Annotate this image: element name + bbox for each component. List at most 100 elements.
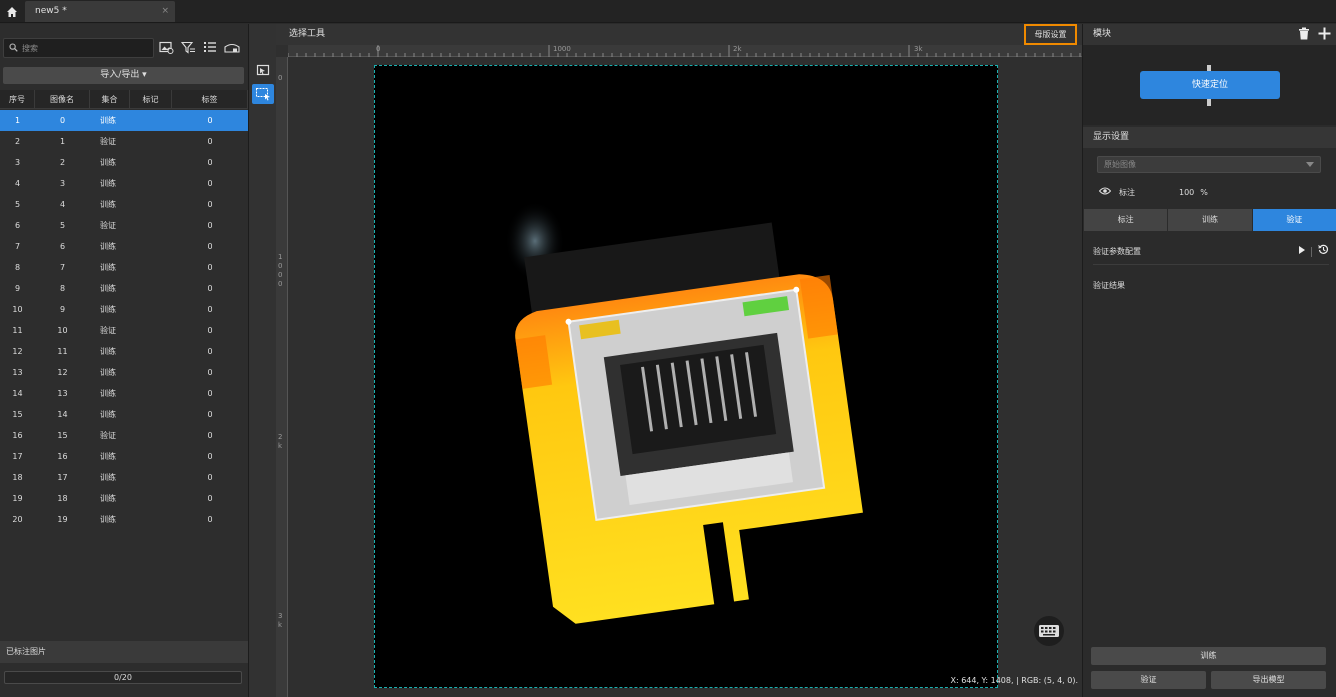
image-list-panel: 导入/导出 ▾ 序号 图像名 集合 标记 标签 10训练021验证032训练04…	[0, 24, 248, 697]
cell-tag: 0	[207, 326, 213, 335]
module-flow: 快速定位	[1083, 45, 1336, 125]
cell-tag: 0	[207, 494, 213, 503]
table-row[interactable]: 18 17 训练 0	[0, 467, 248, 488]
col-header-index[interactable]: 序号	[0, 90, 35, 109]
table-row[interactable]: 10 9 训练 0	[0, 299, 248, 320]
col-header-mark[interactable]: 标记	[130, 90, 172, 109]
chevron-down-icon	[1306, 162, 1314, 167]
play-icon[interactable]	[1299, 244, 1305, 260]
cell-mark	[130, 152, 172, 173]
labeled-images-header: 已标注图片	[0, 641, 248, 663]
table-row[interactable]: 16 15 验证 0	[0, 425, 248, 446]
cell-index: 4	[14, 179, 21, 188]
tab-label[interactable]: 标注	[1084, 209, 1168, 231]
cell-image-name: 7	[59, 263, 66, 272]
cell-index: 6	[14, 221, 21, 230]
cell-image-name: 5	[59, 221, 66, 230]
cell-index: 11	[12, 326, 23, 335]
ruler-label: 3k	[914, 45, 923, 53]
module-title: 模块	[1093, 29, 1112, 39]
cell-index: 1	[14, 116, 21, 125]
param-config-label: 验证参数配置	[1093, 247, 1141, 256]
table-row[interactable]: 6 5 验证 0	[0, 215, 248, 236]
cell-image-name: 0	[59, 116, 66, 125]
cell-mark	[130, 404, 172, 425]
table-row[interactable]: 13 12 训练 0	[0, 362, 248, 383]
cell-mark	[130, 194, 172, 215]
cell-set: 训练	[100, 347, 116, 356]
image-viewport[interactable]	[374, 65, 998, 688]
tab-verify[interactable]: 验证	[1252, 209, 1336, 231]
cell-index: 19	[12, 494, 23, 503]
connector-bottom	[1207, 99, 1211, 106]
history-icon[interactable]	[1318, 244, 1329, 261]
quick-locate-module[interactable]: 快速定位	[1140, 71, 1280, 99]
cell-mark	[130, 299, 172, 320]
list-view-icon[interactable]	[202, 39, 218, 55]
image-source-dropdown[interactable]: 原始图像	[1097, 156, 1321, 173]
image-table-body: 1 0 训练 0 2 1 验证 0 3 2 训练 0 4 3 训练 0 5 4 训练 0 6 5 验证 0 7 6 训练 0 8 7 训练 0…	[0, 110, 248, 530]
table-row[interactable]: 5 4 训练 0	[0, 194, 248, 215]
table-row[interactable]: 9 8 训练 0	[0, 278, 248, 299]
home-icon[interactable]	[4, 4, 20, 20]
table-row[interactable]: 4 3 训练 0	[0, 173, 248, 194]
verify-button[interactable]: 验证	[1091, 671, 1206, 689]
col-header-image-name[interactable]: 图像名	[35, 90, 90, 109]
ruler-label: 1	[278, 253, 283, 261]
opacity-value[interactable]: 100	[1179, 188, 1194, 197]
col-header-set[interactable]: 集合	[90, 90, 130, 109]
table-row[interactable]: 3 2 训练 0	[0, 152, 248, 173]
cell-mark	[130, 467, 172, 488]
table-row[interactable]: 12 11 训练 0	[0, 341, 248, 362]
table-row[interactable]: 8 7 训练 0	[0, 257, 248, 278]
cell-mark	[130, 257, 172, 278]
export-model-button[interactable]: 导出模型	[1211, 671, 1326, 689]
ruler-label: 2	[278, 433, 283, 441]
table-row[interactable]: 11 10 验证 0	[0, 320, 248, 341]
eye-icon[interactable]	[1098, 187, 1112, 197]
cell-set: 验证	[100, 431, 116, 440]
cell-image-name: 1	[59, 137, 66, 146]
table-row[interactable]: 19 18 训练 0	[0, 488, 248, 509]
search-box[interactable]	[3, 38, 154, 58]
template-settings-button[interactable]: 母版设置	[1024, 24, 1077, 45]
cell-index: 7	[14, 242, 21, 251]
cell-mark	[130, 320, 172, 341]
tab-new5[interactable]: new5 * ×	[25, 1, 175, 22]
table-row[interactable]: 17 16 训练 0	[0, 446, 248, 467]
cell-index: 12	[12, 347, 23, 356]
cell-set: 训练	[100, 368, 116, 377]
cell-set: 训练	[100, 494, 116, 503]
cell-mark	[130, 110, 172, 131]
close-tab-icon[interactable]: ×	[161, 1, 169, 22]
tab-train[interactable]: 训练	[1168, 209, 1252, 231]
filter-icon[interactable]	[180, 39, 196, 55]
cell-tag: 0	[207, 431, 213, 440]
image-canvas[interactable]	[288, 57, 1082, 697]
dropdown-value: 原始图像	[1104, 160, 1136, 169]
table-row[interactable]: 2 1 验证 0	[0, 131, 248, 152]
camera-icon[interactable]	[224, 39, 240, 55]
table-row[interactable]: 14 13 训练 0	[0, 383, 248, 404]
select-tool-icon[interactable]	[252, 60, 274, 80]
cell-tag: 0	[207, 515, 213, 524]
image-settings-icon[interactable]	[158, 39, 174, 55]
cell-tag: 0	[207, 242, 213, 251]
search-input[interactable]	[22, 41, 150, 55]
col-header-tag[interactable]: 标签	[172, 90, 248, 109]
cell-image-name: 4	[59, 200, 66, 209]
table-row[interactable]: 1 0 训练 0	[0, 110, 248, 131]
verify-param-config-row[interactable]: 验证参数配置	[1093, 244, 1329, 265]
import-export-button[interactable]: 导入/导出 ▾	[3, 67, 244, 84]
template-roi-tool-icon[interactable]	[252, 84, 274, 104]
table-row[interactable]: 7 6 训练 0	[0, 236, 248, 257]
table-row[interactable]: 20 19 训练 0	[0, 509, 248, 530]
cell-image-name: 6	[59, 242, 66, 251]
keyboard-icon	[1039, 625, 1059, 637]
keyboard-shortcuts-button[interactable]	[1034, 616, 1064, 646]
cell-image-name: 10	[57, 326, 68, 335]
table-row[interactable]: 15 14 训练 0	[0, 404, 248, 425]
train-button[interactable]: 训练	[1091, 647, 1326, 665]
cell-mark	[130, 425, 172, 446]
search-icon	[9, 43, 18, 55]
